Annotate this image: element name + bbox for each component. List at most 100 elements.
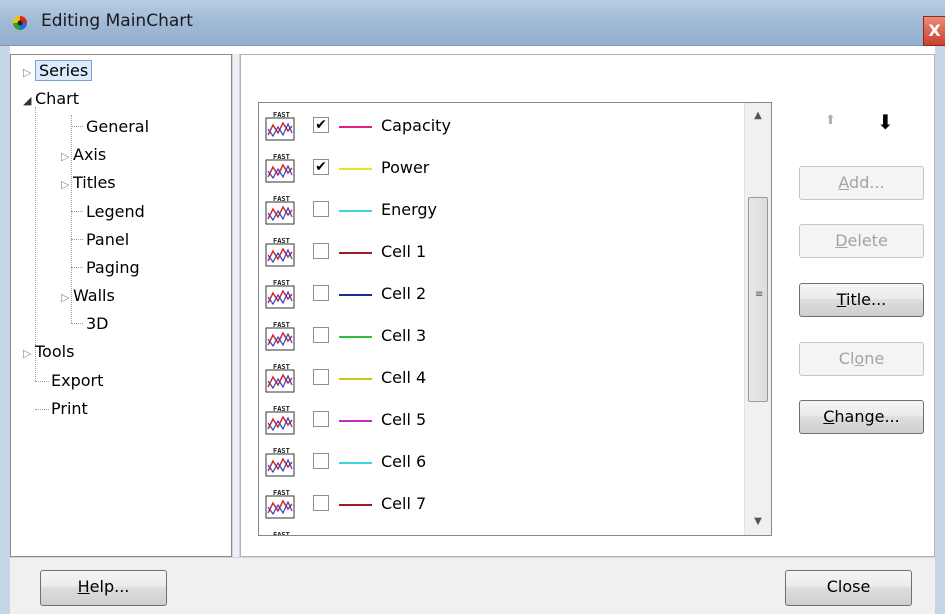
delete-label-accelerator: D bbox=[835, 231, 848, 250]
series-color-swatch[interactable] bbox=[339, 504, 372, 506]
expand-arrow-icon[interactable]: ▷ bbox=[61, 288, 73, 308]
fast-line-series-icon: FAST bbox=[265, 405, 295, 435]
series-row[interactable]: FAST Cell 3 bbox=[259, 315, 743, 357]
tree-item-titles[interactable]: ▷ Titles bbox=[61, 173, 116, 195]
series-list[interactable]: FAST ✔ Capacity FAST ✔ Power FAST Energy FAST Cel… bbox=[258, 102, 772, 536]
add-button[interactable]: Add... bbox=[799, 166, 924, 200]
series-row[interactable]: FAST Cell 2 bbox=[259, 273, 743, 315]
series-row[interactable]: FAST Cell 5 bbox=[259, 399, 743, 441]
move-up-icon[interactable]: ⬆ bbox=[825, 113, 843, 131]
series-visible-checkbox[interactable] bbox=[313, 201, 329, 217]
scroll-up-icon[interactable]: ▲ bbox=[745, 103, 771, 129]
tree-item-label: Titles bbox=[73, 173, 116, 192]
tree-item-panel[interactable]: Panel bbox=[86, 230, 129, 250]
delete-button[interactable]: Delete bbox=[799, 224, 924, 258]
series-row[interactable]: FAST Cell 1 bbox=[259, 231, 743, 273]
app-icon bbox=[13, 16, 27, 30]
series-color-swatch[interactable] bbox=[339, 168, 372, 170]
series-visible-checkbox[interactable] bbox=[313, 453, 329, 469]
fast-line-series-icon: FAST bbox=[265, 153, 295, 183]
fast-icon-text: FAST bbox=[273, 489, 290, 497]
series-row[interactable]: FAST Cell 4 bbox=[259, 357, 743, 399]
tree-item-label: Legend bbox=[86, 202, 145, 221]
change-label-accelerator: C bbox=[823, 407, 835, 426]
series-color-swatch[interactable] bbox=[339, 336, 372, 338]
window-close-button[interactable]: X bbox=[923, 16, 945, 46]
series-list-scrollbar[interactable]: ▲ ≡ ▼ bbox=[744, 103, 771, 535]
tree-item-tools[interactable]: ▷ Tools bbox=[23, 342, 74, 364]
expand-arrow-icon[interactable]: ▷ bbox=[23, 344, 35, 364]
series-color-swatch[interactable] bbox=[339, 252, 372, 254]
series-visible-checkbox[interactable]: ✔ bbox=[313, 117, 329, 133]
series-visible-checkbox[interactable] bbox=[313, 327, 329, 343]
change-label-post: hange... bbox=[834, 407, 900, 426]
tree-item-paging[interactable]: Paging bbox=[86, 258, 140, 278]
tree-item-label: Tools bbox=[35, 342, 75, 361]
tree-item-label: Export bbox=[51, 371, 104, 390]
series-row[interactable]: FAST ✔ Capacity bbox=[259, 105, 743, 147]
panel-splitter[interactable] bbox=[232, 54, 240, 557]
tree-item-chart[interactable]: ◢ Chart bbox=[23, 89, 79, 111]
series-color-swatch[interactable] bbox=[339, 210, 372, 212]
series-visible-checkbox[interactable] bbox=[313, 411, 329, 427]
scrollbar-thumb[interactable]: ≡ bbox=[748, 197, 768, 402]
clone-button[interactable]: Clone bbox=[799, 342, 924, 376]
series-color-swatch[interactable] bbox=[339, 126, 372, 128]
title-button[interactable]: Title... bbox=[799, 283, 924, 317]
series-color-swatch[interactable] bbox=[339, 462, 372, 464]
series-row[interactable]: FAST Cell 6 bbox=[259, 441, 743, 483]
series-visible-checkbox[interactable] bbox=[313, 495, 329, 511]
tree-item-series[interactable]: ▷ Series bbox=[23, 60, 93, 83]
scroll-down-icon[interactable]: ▼ bbox=[745, 509, 771, 535]
collapse-arrow-icon[interactable]: ◢ bbox=[23, 91, 35, 111]
tree-item-walls[interactable]: ▷ Walls bbox=[61, 286, 115, 308]
help-label-accelerator: H bbox=[77, 577, 90, 596]
series-color-swatch[interactable] bbox=[339, 420, 372, 422]
fast-line-series-icon: FAST bbox=[265, 237, 295, 267]
series-visible-checkbox[interactable] bbox=[313, 369, 329, 385]
tree-item-print[interactable]: Print bbox=[51, 399, 88, 419]
series-row[interactable]: FAST Energy bbox=[259, 189, 743, 231]
series-color-swatch[interactable] bbox=[339, 378, 372, 380]
expand-arrow-icon[interactable]: ▷ bbox=[23, 63, 35, 83]
window-frame-right bbox=[935, 46, 945, 614]
fast-icon-text: FAST bbox=[273, 195, 290, 203]
close-button[interactable]: Close bbox=[785, 570, 912, 606]
tree-item-3d[interactable]: 3D bbox=[86, 314, 109, 334]
fast-line-series-icon: FAST bbox=[265, 489, 295, 519]
tree-item-label: Walls bbox=[73, 286, 115, 305]
fast-line-series-icon: FAST bbox=[265, 363, 295, 393]
tree-item-label: Axis bbox=[73, 145, 107, 164]
fast-line-series-icon: FAST bbox=[265, 447, 295, 477]
fast-icon-text: FAST bbox=[273, 153, 290, 161]
tree-item-export[interactable]: Export bbox=[51, 371, 103, 391]
fast-icon-text: FAST bbox=[273, 321, 290, 329]
tree-item-label: 3D bbox=[86, 314, 109, 333]
expand-arrow-icon[interactable]: ▷ bbox=[61, 175, 73, 195]
help-button[interactable]: Help... bbox=[40, 570, 167, 606]
fast-icon-text: FAST bbox=[273, 111, 290, 119]
change-button[interactable]: Change... bbox=[799, 400, 924, 434]
series-name: Cell 3 bbox=[381, 326, 427, 345]
clone-label-accelerator: o bbox=[854, 349, 865, 368]
tree-item-label: Paging bbox=[86, 258, 140, 277]
tree-connector bbox=[35, 381, 49, 382]
series-color-swatch[interactable] bbox=[339, 294, 372, 296]
series-row-partial: FAST bbox=[259, 525, 743, 535]
title-bar: Editing MainChart X bbox=[0, 0, 945, 46]
fast-icon-text: FAST bbox=[273, 405, 290, 413]
tree-item-legend[interactable]: Legend bbox=[86, 202, 145, 222]
fast-line-series-icon: FAST bbox=[265, 111, 295, 141]
expand-arrow-icon[interactable]: ▷ bbox=[61, 147, 73, 167]
series-row[interactable]: FAST Cell 7 bbox=[259, 483, 743, 525]
tree-item-general[interactable]: General bbox=[86, 117, 149, 137]
add-label-post: dd... bbox=[849, 173, 885, 192]
tree-item-label: Print bbox=[51, 399, 88, 418]
tree-item-axis[interactable]: ▷ Axis bbox=[61, 145, 106, 167]
series-visible-checkbox[interactable]: ✔ bbox=[313, 159, 329, 175]
move-down-icon[interactable]: ⬇ bbox=[877, 110, 895, 134]
series-row[interactable]: FAST ✔ Power bbox=[259, 147, 743, 189]
tree-item-label: Series bbox=[35, 60, 93, 81]
series-visible-checkbox[interactable] bbox=[313, 243, 329, 259]
series-visible-checkbox[interactable] bbox=[313, 285, 329, 301]
